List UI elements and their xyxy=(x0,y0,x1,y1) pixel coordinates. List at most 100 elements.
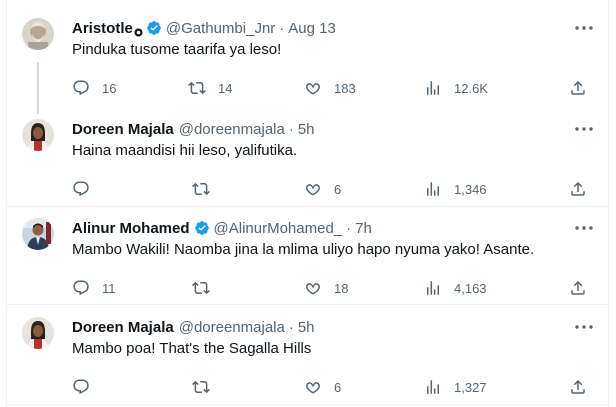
share-button[interactable] xyxy=(569,78,587,98)
more-options-button[interactable] xyxy=(575,319,593,335)
reply-icon xyxy=(73,181,89,197)
views-button[interactable]: 1,346 xyxy=(424,179,487,199)
verified-badge-icon xyxy=(194,220,210,236)
like-count: 183 xyxy=(334,80,356,96)
views-icon xyxy=(427,182,439,196)
avatar[interactable] xyxy=(22,317,54,349)
reply-button[interactable]: 16 xyxy=(72,78,116,98)
share-icon xyxy=(571,379,585,394)
views-icon xyxy=(427,380,439,394)
tweet[interactable]: Doreen Majala @doreenmajala · 5h Mambo p… xyxy=(6,317,609,399)
share-icon xyxy=(571,181,585,196)
retweet-icon xyxy=(192,281,210,295)
display-name[interactable]: Doreen Majala xyxy=(72,121,174,138)
display-name[interactable]: Doreen Majala xyxy=(72,319,174,336)
heart-icon xyxy=(306,382,320,394)
user-handle[interactable]: @AlinurMohamed_ xyxy=(214,220,343,237)
views-button[interactable]: 12.6K xyxy=(424,78,488,98)
timestamp[interactable]: 5h xyxy=(298,121,315,138)
reply-count: 11 xyxy=(102,280,116,296)
user-handle[interactable]: @doreenmajala xyxy=(179,319,285,336)
timestamp[interactable]: 7h xyxy=(355,220,372,237)
tweet-divider xyxy=(6,404,609,405)
separator-dot: · xyxy=(346,219,352,237)
tweet-text: Haina maandisi hii leso, yalifutika. xyxy=(72,142,298,159)
tweet-actions: 16 14 183 12.6K xyxy=(72,78,597,98)
view-count: 4,163 xyxy=(454,280,487,296)
tweet-divider xyxy=(6,206,609,207)
heart-icon xyxy=(306,184,320,196)
tweet[interactable]: Alinur Mohamed @AlinurMohamed_ · 7h Mamb… xyxy=(6,218,609,300)
views-button[interactable]: 1,327 xyxy=(424,377,487,397)
reply-button[interactable]: 11 xyxy=(72,278,116,298)
share-icon xyxy=(571,80,585,95)
tweet-text: Mambo Wakili! Naomba jina la mlima uliyo… xyxy=(72,241,535,258)
user-handle[interactable]: @doreenmajala xyxy=(179,121,285,138)
like-button[interactable]: 6 xyxy=(304,377,341,397)
reply-button[interactable] xyxy=(72,377,90,397)
heart-icon xyxy=(306,283,320,295)
share-icon xyxy=(571,280,585,295)
retweet-button[interactable]: 14 xyxy=(188,78,232,98)
reply-button[interactable] xyxy=(72,179,90,199)
more-options-button[interactable] xyxy=(575,20,593,36)
retweet-icon xyxy=(192,380,210,394)
avatar[interactable] xyxy=(22,218,54,250)
retweet-count: 14 xyxy=(218,80,233,96)
like-count: 6 xyxy=(334,181,342,197)
like-button[interactable]: 18 xyxy=(304,278,348,298)
more-options-button[interactable] xyxy=(575,121,593,137)
more-icon xyxy=(575,26,593,30)
tweet-header: Alinur Mohamed @AlinurMohamed_ · 7h xyxy=(72,218,372,238)
retweet-icon xyxy=(192,182,210,196)
separator-dot: · xyxy=(288,318,294,336)
share-button[interactable] xyxy=(569,179,587,199)
tweet-divider xyxy=(6,304,609,305)
separator-dot: · xyxy=(288,120,294,138)
display-name[interactable]: Aristotle xyxy=(72,20,133,37)
like-count: 18 xyxy=(334,280,349,296)
avatar[interactable] xyxy=(22,119,54,151)
view-count: 12.6K xyxy=(454,80,488,96)
timestamp[interactable]: Aug 13 xyxy=(288,20,336,37)
affiliate-badge-icon xyxy=(134,24,143,37)
tweet[interactable]: Doreen Majala @doreenmajala · 5h Haina m… xyxy=(6,119,609,201)
like-button[interactable]: 6 xyxy=(304,179,341,199)
tweet-actions: 6 1,327 xyxy=(72,377,597,397)
views-icon xyxy=(427,81,439,95)
heart-icon xyxy=(306,83,320,95)
separator-dot: · xyxy=(279,19,285,37)
avatar[interactable] xyxy=(22,18,54,50)
share-button[interactable] xyxy=(569,377,587,397)
views-icon xyxy=(427,281,439,295)
tweet-text: Pinduka tusome taarifa ya leso! xyxy=(72,41,282,58)
view-count: 1,327 xyxy=(454,379,487,395)
views-button[interactable]: 4,163 xyxy=(424,278,487,298)
share-button[interactable] xyxy=(569,278,587,298)
retweet-icon xyxy=(188,81,206,95)
tweet[interactable]: Aristotle @Gathumbi_Jnr · Aug 13 Pinduka… xyxy=(6,18,609,100)
timestamp[interactable]: 5h xyxy=(298,319,315,336)
retweet-button[interactable] xyxy=(192,179,210,199)
tweet-header: Aristotle @Gathumbi_Jnr · Aug 13 xyxy=(72,18,336,38)
more-options-button[interactable] xyxy=(575,220,593,236)
more-icon xyxy=(575,127,593,131)
more-icon xyxy=(575,226,593,230)
user-handle[interactable]: @Gathumbi_Jnr xyxy=(166,20,275,37)
like-count: 6 xyxy=(334,379,342,395)
tweet-text: Mambo poa! That's the Sagalla Hills xyxy=(72,340,312,357)
more-icon xyxy=(575,325,593,329)
tweet-actions: 6 1,346 xyxy=(72,179,597,199)
verified-badge-icon xyxy=(146,20,162,36)
like-button[interactable]: 183 xyxy=(304,78,356,98)
view-count: 1,346 xyxy=(454,181,487,197)
display-name[interactable]: Alinur Mohamed xyxy=(72,220,190,237)
reply-icon xyxy=(73,80,89,96)
tweet-actions: 11 18 4,163 xyxy=(72,278,597,298)
tweet-header: Doreen Majala @doreenmajala · 5h xyxy=(72,119,315,139)
tweet-header: Doreen Majala @doreenmajala · 5h xyxy=(72,317,315,337)
reply-icon xyxy=(73,379,89,395)
retweet-button[interactable] xyxy=(192,278,210,298)
reply-icon xyxy=(73,280,89,296)
retweet-button[interactable] xyxy=(192,377,210,397)
